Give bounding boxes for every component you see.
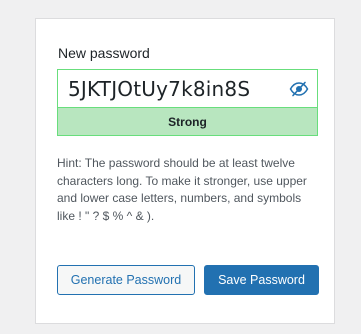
- password-strength-meter: Strong: [57, 107, 318, 136]
- password-input[interactable]: 5JKTJOtUy7k8in8S: [57, 69, 318, 107]
- generate-password-button[interactable]: Generate Password: [57, 265, 195, 295]
- toggle-password-visibility-button[interactable]: [287, 78, 311, 100]
- password-panel: New password 5JKTJOtUy7k8in8S Strong Hin…: [35, 18, 335, 324]
- password-field-group: 5JKTJOtUy7k8in8S Strong: [57, 69, 318, 141]
- password-hint: Hint: The password should be at least tw…: [57, 156, 307, 223]
- eye-slash-icon: [289, 81, 309, 97]
- save-password-button[interactable]: Save Password: [204, 265, 319, 295]
- new-password-label: New password: [58, 45, 150, 61]
- password-value[interactable]: 5JKTJOtUy7k8in8S: [68, 77, 250, 101]
